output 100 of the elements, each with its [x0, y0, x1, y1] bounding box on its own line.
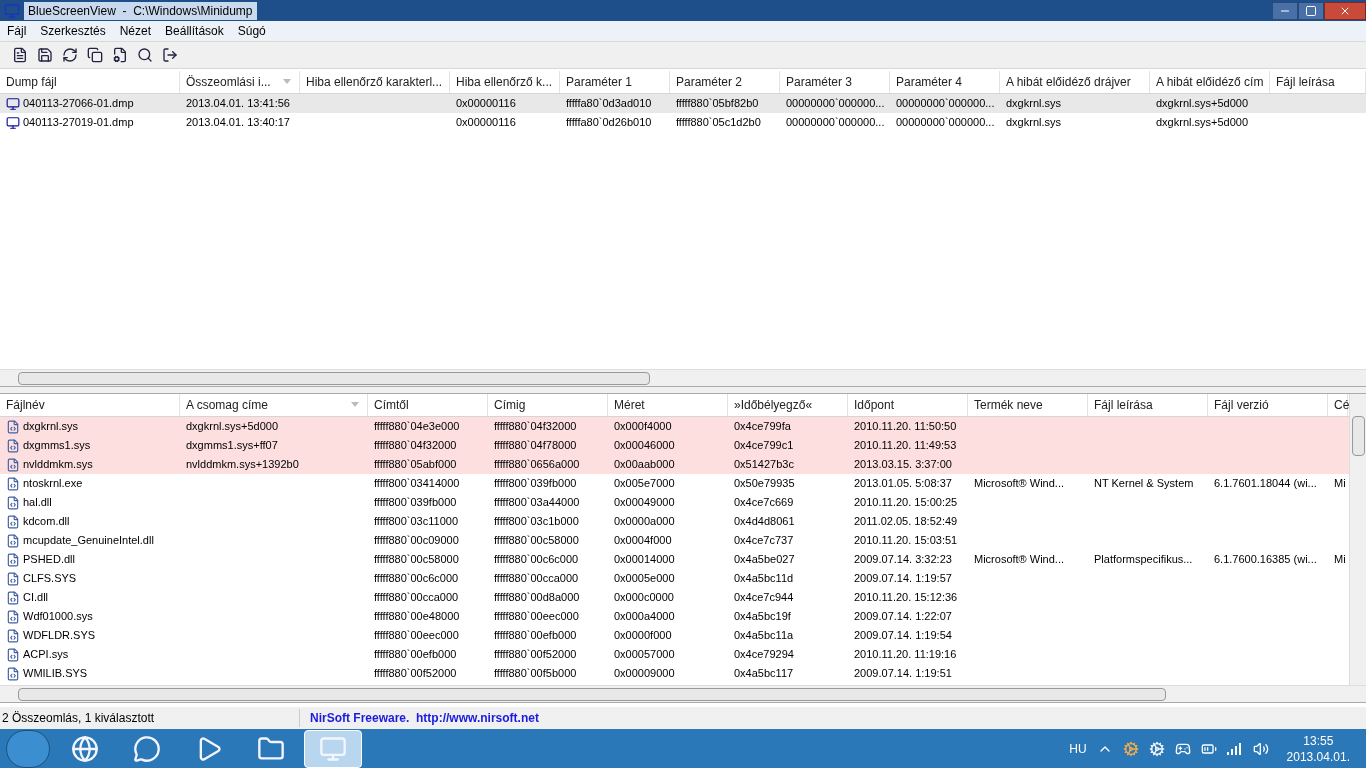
table-cell-text: 0x0000f000 — [614, 628, 672, 644]
table-cell-text: 0x00046000 — [614, 438, 675, 454]
table-cell-text: 0x00aab000 — [614, 457, 675, 473]
menu-item[interactable]: Súgó — [237, 22, 266, 40]
column-header[interactable]: Paraméter 3 — [780, 71, 890, 93]
table-cell-text: fffff880`00f5b000 — [494, 666, 577, 682]
table-cell-text: 2013.03.15. 3:37:00 — [854, 457, 952, 473]
column-header[interactable]: Címig — [488, 394, 608, 416]
table-cell-text: 0x4ce7c944 — [734, 590, 794, 606]
language-indicator[interactable]: HU — [1069, 739, 1087, 758]
table-cell-text: fffffa80`0d26b010 — [566, 115, 652, 131]
table-cell-text: fffff880`04f32000 — [494, 419, 577, 435]
horizontal-scrollbar[interactable] — [0, 685, 1366, 702]
table-cell-text: 0x51427b3c — [734, 457, 794, 473]
table-row[interactable]: dxgmms1.sys dxgmms1.sys+ff07 fffff880`04f32000 fffff880`04f78000 0x00046000 0x4ce799c1 2010.11.20. 11:49:53 — [0, 436, 1349, 455]
column-header[interactable]: Hiba ellenőrző karakterl... — [300, 71, 450, 93]
vertical-scrollbar[interactable] — [1349, 394, 1366, 685]
module-file-icon — [6, 666, 20, 681]
table-cell-text: 0x4a5bc11a — [734, 628, 794, 644]
table-cell-text: 2013.04.01. 13:40:17 — [186, 115, 290, 131]
tray-app-icon[interactable] — [1148, 740, 1165, 757]
table-cell-text: 6.1.7600.16385 (wi... — [1214, 552, 1317, 568]
module-file-icon — [6, 552, 20, 567]
tray-app-icon[interactable] — [1122, 740, 1139, 757]
table-cell-text: hal.dll — [23, 495, 52, 511]
column-header[interactable]: Címtől — [368, 394, 488, 416]
column-header[interactable]: »Időbélyegző« — [728, 394, 848, 416]
table-cell-text: fffff880`00c58000 — [374, 552, 459, 568]
column-header[interactable]: Fájl leírása — [1270, 71, 1366, 93]
table-cell-text: dxgkrnl.sys+5d000 — [186, 419, 279, 435]
sort-icon — [351, 402, 359, 407]
column-header[interactable]: Fájlnév — [0, 394, 180, 416]
toolbar-button[interactable] — [60, 45, 79, 65]
table-cell-text: 2013.04.01. 13:41:56 — [186, 96, 290, 112]
column-header[interactable]: Fájl verzió — [1208, 394, 1328, 416]
table-cell-text: Microsoft® Wind... — [974, 476, 1064, 492]
toolbar-button[interactable] — [85, 45, 104, 65]
table-row[interactable]: nvlddmkm.sys nvlddmkm.sys+1392b0 fffff880`05abf000 fffff880`0656a000 0x00aab000 0x51427b3c 2013.03.15. 3:37:00 — [0, 455, 1349, 474]
column-header[interactable]: A csomag címe — [180, 394, 368, 416]
table-cell-text: 040113-27066-01.dmp — [23, 96, 134, 112]
menu-item[interactable]: Fájl — [7, 22, 27, 40]
table-cell-text: PSHED.dll — [23, 552, 75, 568]
menu-item[interactable]: Beállítások — [165, 22, 224, 40]
table-cell-text: fffff880`04f78000 — [494, 438, 577, 454]
horizontal-scrollbar[interactable] — [0, 369, 1366, 386]
table-cell-text: 0x4a5bc11d — [734, 571, 794, 587]
table-cell-text: 0x000c0000 — [614, 590, 674, 606]
scrollbar-thumb[interactable] — [18, 371, 650, 385]
taskbar-app-button[interactable] — [304, 729, 362, 768]
toolbar-button[interactable] — [35, 45, 54, 65]
volume-icon[interactable] — [1252, 740, 1269, 757]
column-header[interactable]: A hibát előidéző cím — [1150, 71, 1270, 93]
start-button[interactable] — [6, 729, 50, 768]
table-cell-text: 0x00014000 — [614, 552, 675, 568]
column-header[interactable]: A hibát előidéző drájver — [1000, 71, 1150, 93]
table-cell-text: dxgkrnl.sys+5d000 — [1156, 96, 1249, 112]
folder-icon — [257, 734, 285, 763]
column-header[interactable]: Paraméter 2 — [670, 71, 780, 93]
table-cell-text: 0x00057000 — [614, 647, 675, 663]
table-cell-text: dxgkrnl.sys — [1006, 115, 1062, 131]
credit-link[interactable]: NirSoft Freeware. http://www.nirsoft.net — [300, 709, 549, 727]
table-cell-text: 0x00000116 — [456, 96, 516, 112]
table-row[interactable]: 040113-27066-01.dmp 2013.04.01. 13:41:56 0x00000116 fffffa80`0d3ad010 fffff880`05bf82b0 00000000`000000... 00000000`000000... dxgkrnl.sys dxgkrnl.sys+5d000 — [0, 94, 1366, 113]
table-row[interactable]: dxgkrnl.sys dxgkrnl.sys+5d000 fffff880`04e3e000 fffff880`04f32000 0x000f4000 0x4ce799fa 2010.11.20. 11:50:50 — [0, 417, 1349, 436]
column-header[interactable]: Dump fájl — [0, 71, 180, 93]
column-header[interactable]: Termék neve — [968, 394, 1088, 416]
table-cell-text: fffff880`00eec000 — [494, 609, 579, 625]
table-cell-text: fffff880`00c09000 — [374, 533, 459, 549]
minimize-button[interactable] — [1272, 1, 1298, 20]
module-file-icon — [6, 628, 20, 643]
column-header[interactable]: Összeomlási i... — [180, 71, 300, 93]
table-cell-text: fffff880`00efb000 — [374, 647, 457, 663]
column-header[interactable]: Méret — [608, 394, 728, 416]
column-header[interactable]: Fájl leírása — [1088, 394, 1208, 416]
table-cell-text: 2010.11.20. 11:49:53 — [854, 438, 957, 454]
column-header[interactable]: Hiba ellenőrző k... — [450, 71, 560, 93]
table-cell-text: dxgkrnl.sys — [1006, 96, 1062, 112]
table-cell-text: fffff880`04f32000 — [374, 438, 457, 454]
scrollbar-thumb[interactable] — [1351, 416, 1365, 456]
table-cell-text: 2010.11.20. 11:19:16 — [854, 647, 957, 663]
column-header[interactable]: Időpont — [848, 394, 968, 416]
scrollbar-thumb[interactable] — [18, 687, 1166, 701]
column-header[interactable]: Paraméter 4 — [890, 71, 1000, 93]
table-cell-text: fffff880`05abf000 — [374, 457, 457, 473]
menu-item[interactable]: Szerkesztés — [40, 22, 106, 40]
maximize-icon — [1305, 4, 1317, 17]
maximize-button[interactable] — [1298, 1, 1324, 20]
table-cell-text: fffff800`03414000 — [374, 476, 460, 492]
column-header[interactable]: Paraméter 1 — [560, 71, 670, 93]
clock[interactable]: 13:55 2013.04.01. — [1278, 732, 1358, 765]
menu-item[interactable]: Nézet — [119, 22, 152, 40]
table-cell-text: fffff880`00d8a000 — [494, 590, 580, 606]
table-cell-text: 0x4ce799fa — [734, 419, 791, 435]
toolbar-button[interactable] — [160, 45, 179, 65]
signal-icon[interactable] — [1226, 742, 1243, 755]
table-cell-text: fffffa80`0d3ad010 — [566, 96, 652, 112]
table-cell-text: fffff880`00cca000 — [374, 590, 459, 606]
column-header[interactable]: Cé — [1328, 394, 1348, 416]
table-cell-text: 0x000a4000 — [614, 609, 675, 625]
table-cell-text: fffff880`00c6c000 — [374, 571, 459, 587]
